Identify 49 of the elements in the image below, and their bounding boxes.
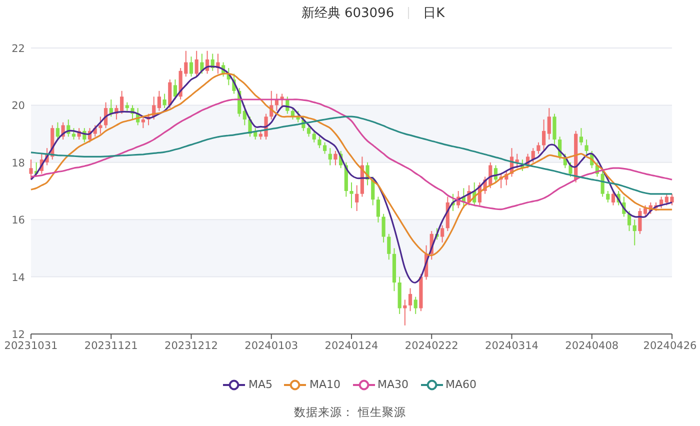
candlestick [435, 228, 439, 240]
candlestick [670, 193, 674, 206]
candlestick [334, 150, 338, 166]
candlestick [264, 113, 268, 140]
x-axis-label: 20231121 [84, 340, 138, 352]
y-axis-label: 12 [12, 329, 25, 341]
chart-title: 新经典 603096 [301, 5, 394, 22]
candlestick [114, 104, 118, 120]
legend-item[interactable]: MA10 [284, 378, 340, 391]
x-axis-label: 20240408 [565, 340, 619, 352]
legend-item[interactable]: MA5 [223, 378, 272, 391]
candlestick [366, 162, 370, 186]
candlestick [61, 122, 65, 140]
candlestick [216, 53, 220, 74]
candlestick [451, 193, 455, 212]
candlestick [483, 176, 487, 194]
candlestick [584, 139, 588, 154]
period-label: 日K [423, 5, 445, 22]
y-axis-label: 20 [12, 100, 25, 112]
candlestick [146, 113, 150, 126]
candlestick [248, 116, 252, 138]
y-axis-label: 16 [12, 214, 25, 227]
x-axis-label: 20240124 [324, 340, 378, 352]
candlestick [382, 213, 386, 243]
candlestick [350, 182, 354, 209]
y-axis-label: 22 [12, 43, 25, 55]
candlestick [318, 136, 322, 149]
x-axis-label: 20231212 [164, 340, 218, 352]
candlestick [29, 159, 33, 180]
candlestick [536, 142, 540, 154]
x-axis-label: 20240222 [404, 340, 458, 352]
candlestick [45, 148, 49, 166]
y-axis-label: 14 [12, 272, 25, 284]
candlestick [130, 104, 134, 120]
legend-item[interactable]: MA30 [352, 378, 409, 391]
candlestick [638, 208, 642, 234]
candlestick [467, 184, 471, 206]
candlestick [552, 113, 556, 146]
data-source-note: 数据来源： 恒生聚源 [294, 405, 406, 419]
legend-item[interactable]: MA60 [420, 378, 477, 391]
candlestick [568, 162, 572, 178]
x-axis-label: 20240314 [485, 340, 538, 352]
x-axis-label: 20240426 [643, 340, 697, 352]
x-axis-label: 20231031 [4, 340, 58, 352]
x-axis-label: 20240103 [244, 340, 298, 352]
candlestick [232, 73, 236, 94]
y-axis-label: 18 [12, 157, 25, 170]
candlestick [162, 93, 166, 109]
candlestick [654, 202, 658, 212]
